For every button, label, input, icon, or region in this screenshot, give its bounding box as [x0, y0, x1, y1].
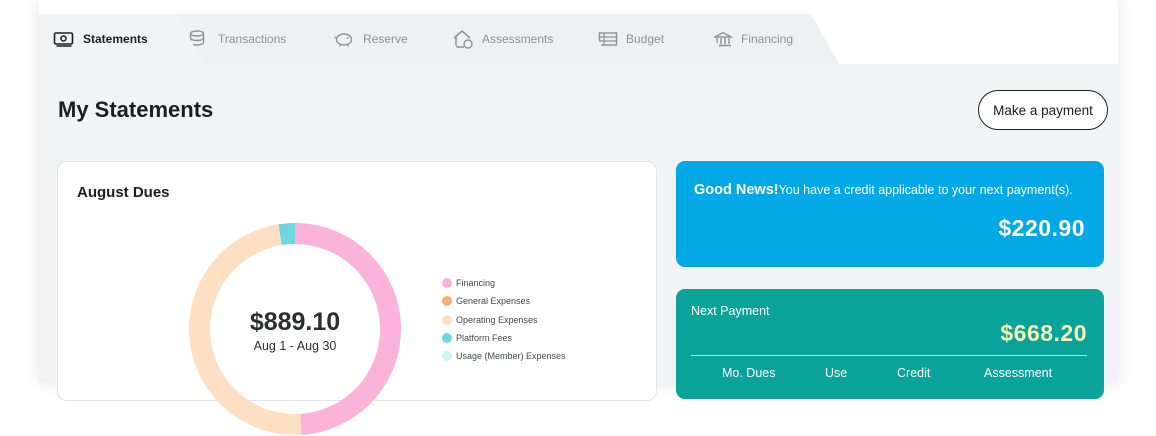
- dues-card: August Dues $889.10 Aug 1 - Aug 30 Finan…: [57, 161, 657, 435]
- tab-label: Transactions: [218, 32, 287, 46]
- piggy-bank-icon: [333, 31, 355, 47]
- credit-headline: Good News!: [694, 182, 779, 198]
- legend-item[interactable]: Platform Fees: [442, 329, 566, 347]
- legend-swatch: [442, 333, 452, 344]
- legend-swatch: [442, 314, 452, 325]
- tab-statements[interactable]: Statements: [39, 14, 204, 64]
- next-payment-label: Next Payment: [691, 304, 770, 318]
- legend-label: Operating Expenses: [456, 314, 538, 325]
- page-title: My Statements: [58, 97, 214, 122]
- tab-label: Statements: [83, 32, 148, 46]
- make-payment-button[interactable]: Make a payment: [978, 90, 1108, 130]
- credit-amount: $220.90: [998, 215, 1085, 241]
- dues-total: $889.10: [249, 308, 341, 336]
- legend-label: Financing: [456, 278, 496, 289]
- legend-label: Usage (Member) Expenses: [456, 351, 566, 362]
- legend-label: General Expenses: [456, 296, 531, 307]
- divider: [691, 355, 1087, 356]
- column-header: Mo. Dues: [722, 366, 776, 380]
- legend-label: Platform Fees: [456, 333, 513, 344]
- legend-item[interactable]: Usage (Member) Expenses: [442, 347, 566, 365]
- legend-swatch: [442, 296, 452, 307]
- legend-swatch: [442, 351, 452, 362]
- tab-transactions[interactable]: Transactions: [174, 14, 347, 64]
- column-header: Use: [825, 366, 848, 380]
- legend-swatch: [442, 278, 452, 289]
- tab-assessments[interactable]: Assessments: [438, 14, 612, 64]
- column-header: Assessment: [984, 366, 1053, 380]
- chart-legend: Financing General Expenses Operating Expen…: [442, 274, 566, 365]
- statement-icon: [53, 31, 75, 47]
- credit-card: Good News!You have a credit applicable t…: [676, 161, 1104, 267]
- legend-item[interactable]: Financing: [442, 274, 566, 292]
- dues-date-range: Aug 1 - Aug 30: [253, 339, 337, 353]
- tab-label: Reserve: [363, 32, 408, 46]
- legend-item[interactable]: General Expenses: [442, 292, 566, 310]
- dues-title: August Dues: [77, 184, 170, 201]
- tab-label: Budget: [626, 32, 665, 46]
- app-window: Financing Budget Assessments Reserve Tra…: [39, 0, 1118, 435]
- credit-text: You have a credit applicable to your nex…: [778, 183, 1073, 197]
- tab-label: Financing: [741, 32, 794, 46]
- column-header: Credit: [897, 366, 931, 380]
- credit-message: Good News!You have a credit applicable t…: [694, 182, 1073, 198]
- next-payment-amount: $668.20: [1000, 320, 1087, 346]
- tab-label: Assessments: [482, 32, 554, 46]
- tab-bar: Financing Budget Assessments Reserve Tra…: [39, 0, 1118, 64]
- legend-item[interactable]: Operating Expenses: [442, 311, 566, 329]
